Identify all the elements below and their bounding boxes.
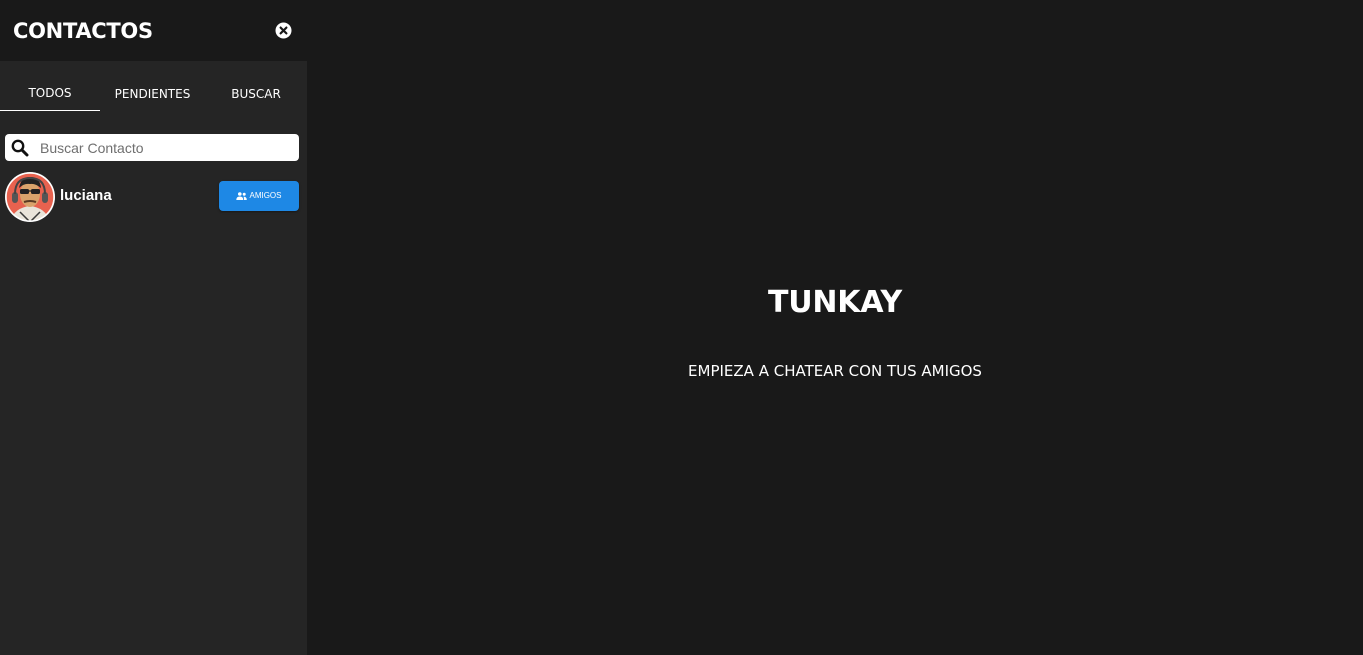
contact-list-item[interactable]: luciana AMIGOS (0, 170, 307, 224)
search-input[interactable] (40, 136, 290, 159)
tab-pendientes[interactable]: PENDIENTES (102, 79, 203, 110)
contact-name: luciana (60, 187, 112, 204)
sidebar-header: CONTACTOS (0, 0, 307, 61)
search-box (5, 134, 299, 161)
tab-todos[interactable]: TODOS (0, 79, 100, 111)
contacts-sidebar: CONTACTOS TODOS PENDIENTES BUSCAR Buscar… (0, 0, 307, 655)
search-icon (11, 139, 29, 157)
users-icon (236, 192, 248, 200)
app-title: TUNKAY (767, 285, 903, 320)
avatar (5, 172, 55, 222)
tab-buscar[interactable]: BUSCAR (205, 79, 307, 110)
friends-button-label: AMIGOS (249, 191, 282, 200)
close-icon[interactable] (275, 22, 292, 39)
friends-button[interactable]: AMIGOS (219, 181, 299, 211)
app-window: CONTACTOS TODOS PENDIENTES BUSCAR Buscar… (0, 0, 1363, 655)
sidebar-title: CONTACTOS (13, 19, 153, 43)
welcome-message: EMPIEZA A CHATEAR CON TUS AMIGOS (688, 362, 982, 380)
